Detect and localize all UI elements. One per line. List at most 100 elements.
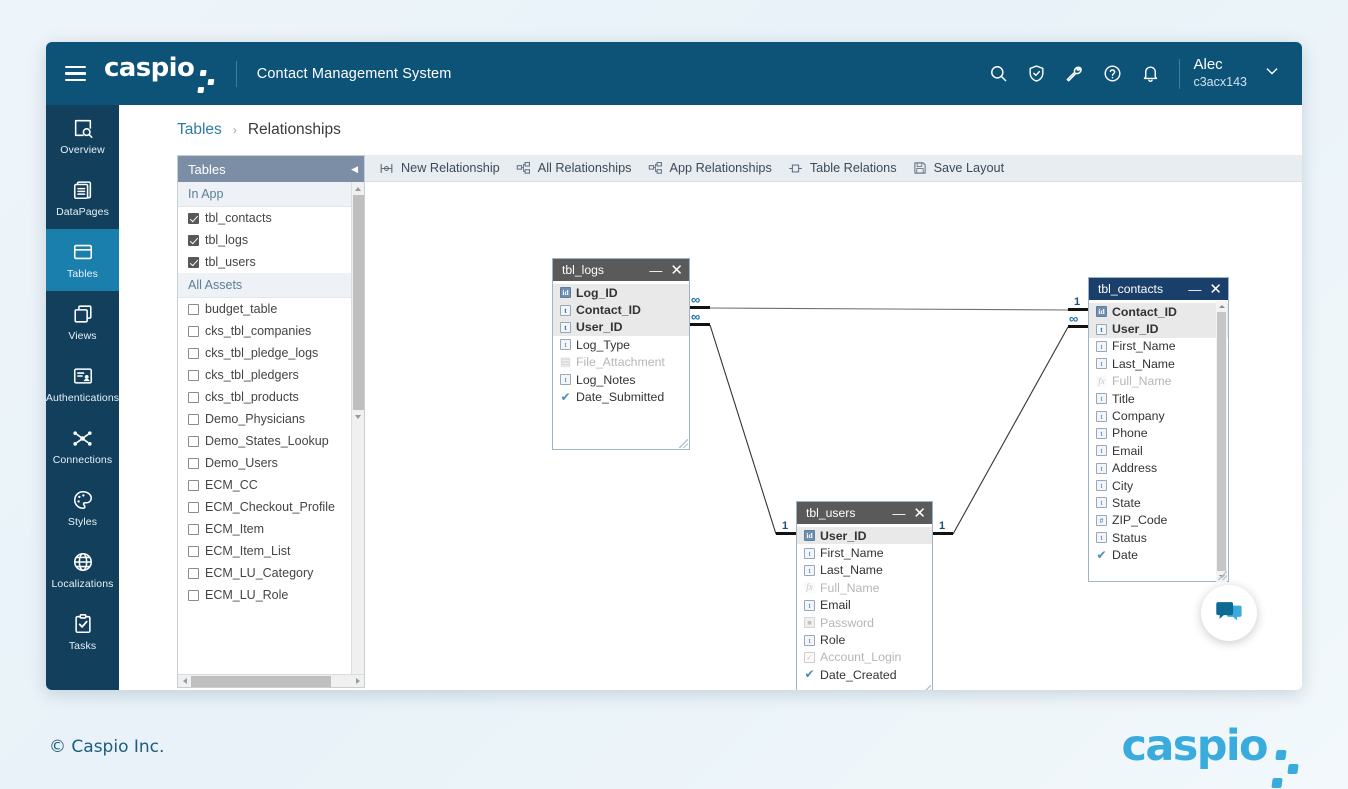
table-list-item[interactable]: tbl_contacts (178, 207, 351, 229)
er-diagram[interactable]: tbl_logs—✕idLog_IDtContact_IDtUser_IDtLo… (365, 183, 1302, 690)
entity-field[interactable]: tFirst_Name (1089, 338, 1228, 355)
entity-scrollbar[interactable] (1216, 301, 1227, 582)
entity-field[interactable]: tStatus (1089, 529, 1228, 546)
user-menu[interactable]: Alec c3acx143 (1193, 56, 1280, 90)
scroll-down-icon[interactable] (352, 410, 364, 423)
close-icon[interactable]: ✕ (670, 263, 683, 278)
table-checkbox[interactable] (188, 348, 199, 359)
scroll-left-icon[interactable] (178, 675, 191, 688)
scroll-right-icon[interactable] (351, 675, 364, 688)
table-list-item[interactable]: Demo_Users (178, 452, 351, 474)
entity-field[interactable]: tUser_ID (553, 319, 689, 336)
table-list-item[interactable]: budget_table (178, 298, 351, 320)
table-list-item[interactable]: cks_tbl_pledgers (178, 364, 351, 386)
entity-field[interactable]: idUser_ID (797, 527, 932, 544)
table-list-item[interactable]: tbl_users (178, 251, 351, 273)
entity-field[interactable]: tRole (797, 631, 932, 648)
table-list-item[interactable]: ECM_Item (178, 518, 351, 540)
entity-field[interactable]: tContact_ID (553, 301, 689, 318)
sidebar-item-styles[interactable]: Styles (46, 477, 119, 539)
sidebar-item-authentications[interactable]: Authentications (46, 353, 119, 415)
help-circle-icon[interactable] (1093, 55, 1131, 93)
entity-box-tbl_users[interactable]: tbl_users—✕idUser_IDtFirst_NametLast_Nam… (796, 501, 933, 690)
table-checkbox[interactable] (188, 304, 199, 315)
table-checkbox[interactable] (188, 590, 199, 601)
table-list-item[interactable]: Demo_States_Lookup (178, 430, 351, 452)
scroll-thumb[interactable] (1217, 312, 1226, 571)
entity-header[interactable]: tbl_contacts—✕ (1089, 278, 1228, 300)
entity-field[interactable]: tState (1089, 494, 1228, 511)
wrench-icon[interactable] (1055, 55, 1093, 93)
sidebar-item-tables[interactable]: Tables (46, 229, 119, 291)
app-relationships-button[interactable]: App Relationships (645, 155, 785, 182)
resize-handle[interactable] (1218, 571, 1227, 580)
table-checkbox[interactable] (188, 213, 199, 224)
chat-bubbles-icon[interactable] (1201, 585, 1257, 641)
entity-field[interactable]: idLog_ID (553, 284, 689, 301)
entity-field[interactable]: tFirst_Name (797, 544, 932, 561)
entity-field[interactable]: ✔︎Date_Submitted (553, 388, 689, 405)
table-list-item[interactable]: cks_tbl_products (178, 386, 351, 408)
table-checkbox[interactable] (188, 392, 199, 403)
table-list-item[interactable]: cks_tbl_pledge_logs (178, 342, 351, 364)
entity-field[interactable]: tAddress (1089, 460, 1228, 477)
table-checkbox[interactable] (188, 326, 199, 337)
save-layout-button[interactable]: Save Layout (910, 155, 1018, 182)
scroll-up-icon[interactable] (1216, 301, 1227, 312)
table-checkbox[interactable] (188, 546, 199, 557)
breadcrumb-tables[interactable]: Tables (177, 121, 222, 139)
tables-horizontal-scrollbar[interactable] (178, 674, 364, 687)
resize-handle[interactable] (922, 685, 931, 690)
table-checkbox[interactable] (188, 458, 199, 469)
entity-field[interactable]: ✔︎Date (1089, 546, 1228, 563)
entity-field[interactable]: tEmail (1089, 442, 1228, 459)
table-checkbox[interactable] (188, 480, 199, 491)
entity-field[interactable]: tLog_Notes (553, 371, 689, 388)
entity-box-tbl_logs[interactable]: tbl_logs—✕idLog_IDtContact_IDtUser_IDtLo… (552, 258, 690, 450)
entity-field[interactable]: tEmail (797, 597, 932, 614)
minimize-icon[interactable]: — (892, 507, 905, 520)
table-list-item[interactable]: tbl_logs (178, 229, 351, 251)
entity-field[interactable]: tLast_Name (797, 562, 932, 579)
table-list-item[interactable]: ECM_Item_List (178, 540, 351, 562)
sidebar-item-connections[interactable]: Connections (46, 415, 119, 477)
table-checkbox[interactable] (188, 436, 199, 447)
table-list-item[interactable]: ECM_CC (178, 474, 351, 496)
hscroll-thumb[interactable] (191, 676, 331, 687)
bell-icon[interactable] (1131, 55, 1169, 93)
entity-field[interactable]: ✓Account_Login (797, 649, 932, 666)
entity-header[interactable]: tbl_logs—✕ (553, 259, 689, 281)
table-list-item[interactable]: ECM_LU_Role (178, 584, 351, 606)
chevron-down-icon[interactable] (1264, 63, 1280, 84)
table-checkbox[interactable] (188, 235, 199, 246)
new-relationship-button[interactable]: New Relationship (376, 155, 513, 182)
sidebar-item-overview[interactable]: Overview (46, 105, 119, 167)
entity-box-tbl_contacts[interactable]: tbl_contacts—✕idContact_IDtUser_IDtFirst… (1088, 277, 1229, 582)
table-list-item[interactable]: cks_tbl_companies (178, 320, 351, 342)
sidebar-item-localizations[interactable]: Localizations (46, 539, 119, 601)
all-relationships-button[interactable]: All Relationships (513, 155, 645, 182)
entity-field[interactable]: fxFull_Name (1089, 373, 1228, 390)
scroll-up-icon[interactable] (352, 182, 364, 195)
sidebar-item-datapages[interactable]: DataPages (46, 167, 119, 229)
table-checkbox[interactable] (188, 568, 199, 579)
resize-handle[interactable] (679, 439, 688, 448)
table-list-item[interactable]: ECM_Checkout_Profile (178, 496, 351, 518)
table-list-item[interactable]: Demo_Physicians (178, 408, 351, 430)
entity-field[interactable]: ✔︎Date_Created (797, 666, 932, 683)
hamburger-menu-icon[interactable] (46, 66, 104, 82)
table-checkbox[interactable] (188, 370, 199, 381)
minimize-icon[interactable]: — (649, 264, 662, 277)
entity-field[interactable]: tCompany (1089, 407, 1228, 424)
entity-field[interactable]: fxFull_Name (797, 579, 932, 596)
entity-field[interactable]: tLast_Name (1089, 355, 1228, 372)
entity-field[interactable]: tLog_Type (553, 336, 689, 353)
tables-list[interactable]: In Apptbl_contactstbl_logstbl_usersAll A… (178, 182, 351, 674)
entity-field[interactable]: ■Password (797, 614, 932, 631)
close-icon[interactable]: ✕ (1209, 282, 1222, 297)
entity-field[interactable]: tTitle (1089, 390, 1228, 407)
sidebar-item-views[interactable]: Views (46, 291, 119, 353)
table-checkbox[interactable] (188, 524, 199, 535)
collapse-panel-icon[interactable]: ◀ (351, 164, 358, 175)
shield-check-icon[interactable] (1017, 55, 1055, 93)
